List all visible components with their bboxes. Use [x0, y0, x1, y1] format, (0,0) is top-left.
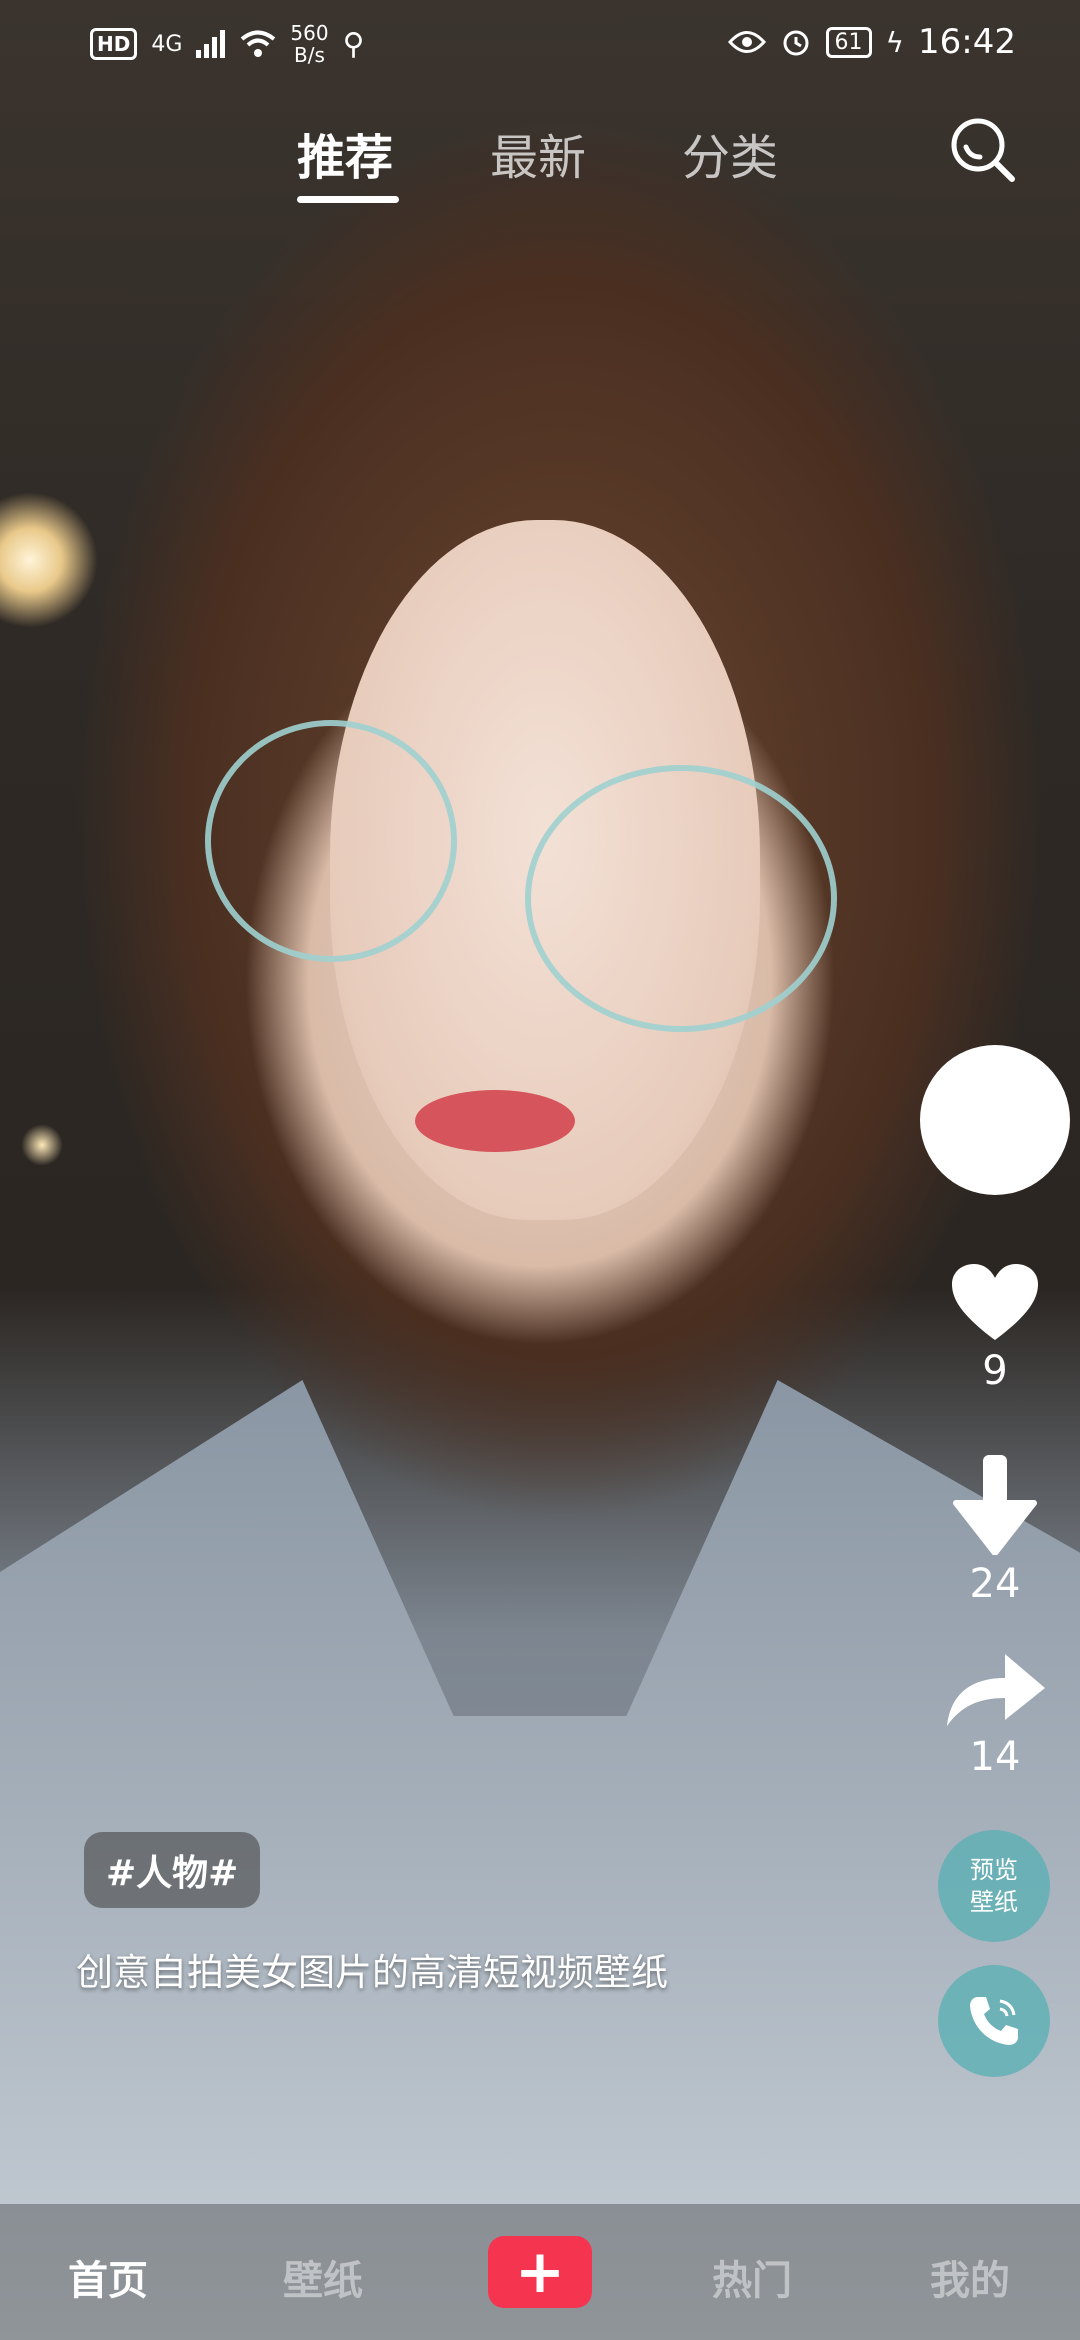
alarm-icon — [783, 30, 809, 56]
tab-recommended[interactable]: 推荐 — [297, 118, 393, 188]
hd-badge: HD — [90, 28, 138, 60]
preview-wallpaper-button[interactable]: 预览 壁纸 — [938, 1830, 1050, 1942]
usb-icon: ⚲ — [342, 26, 365, 62]
add-button[interactable]: + — [488, 2236, 592, 2308]
nav-me[interactable]: 我的 — [930, 2248, 1010, 2306]
like-button[interactable]: 9 — [918, 1262, 1072, 1394]
preview-label-line2: 壁纸 — [970, 1888, 1018, 1916]
bottom-nav: 首页 壁纸 + 热门 我的 — [0, 2204, 1080, 2340]
net-speed-unit: B/s — [294, 43, 325, 67]
charging-icon: ϟ — [885, 25, 905, 59]
search-icon[interactable] — [948, 115, 1018, 185]
share-count: 14 — [969, 1734, 1021, 1780]
call-ringtone-button[interactable] — [938, 1965, 1050, 2077]
like-count: 9 — [982, 1348, 1008, 1394]
cell-signal-icon — [196, 30, 226, 58]
download-arrow-icon — [953, 1455, 1037, 1555]
download-count: 24 — [969, 1561, 1021, 1607]
status-bar: HD 4G 560 B/s ⚲ 61 ϟ 16:42 — [0, 0, 1080, 86]
wifi-icon — [241, 30, 276, 57]
plus-icon: + — [514, 2237, 566, 2307]
net-speed: 560 B/s — [290, 22, 328, 66]
photo-glasses-right — [525, 765, 837, 1032]
post-description: 创意自拍美女图片的高清短视频壁纸 — [76, 1951, 668, 1994]
phone-icon — [970, 1997, 1018, 2045]
topic-tag[interactable]: #人物# — [84, 1832, 261, 1908]
photo-glasses-left — [205, 720, 457, 962]
tab-latest[interactable]: 最新 — [490, 118, 586, 188]
tab-categories[interactable]: 分类 — [682, 118, 778, 188]
photo-lips — [415, 1090, 575, 1152]
eye-icon — [727, 31, 766, 53]
top-tab-bar: 推荐 最新 分类 — [0, 118, 1080, 228]
nav-home[interactable]: 首页 — [68, 2248, 148, 2306]
nav-hot[interactable]: 热门 — [712, 2248, 792, 2306]
share-button[interactable]: 14 — [918, 1648, 1072, 1780]
network-type: 4G — [151, 31, 183, 57]
download-button[interactable]: 24 — [918, 1455, 1072, 1607]
net-speed-value: 560 — [290, 21, 329, 45]
preview-label-line1: 预览 — [970, 1856, 1018, 1884]
battery-level: 61 — [825, 26, 872, 58]
nav-wallpaper[interactable]: 壁纸 — [283, 2248, 363, 2306]
share-arrow-icon — [947, 1654, 1045, 1726]
author-avatar[interactable] — [920, 1045, 1070, 1195]
clock: 16:42 — [918, 22, 1016, 62]
active-tab-indicator — [297, 196, 399, 203]
heart-icon — [952, 1264, 1038, 1340]
